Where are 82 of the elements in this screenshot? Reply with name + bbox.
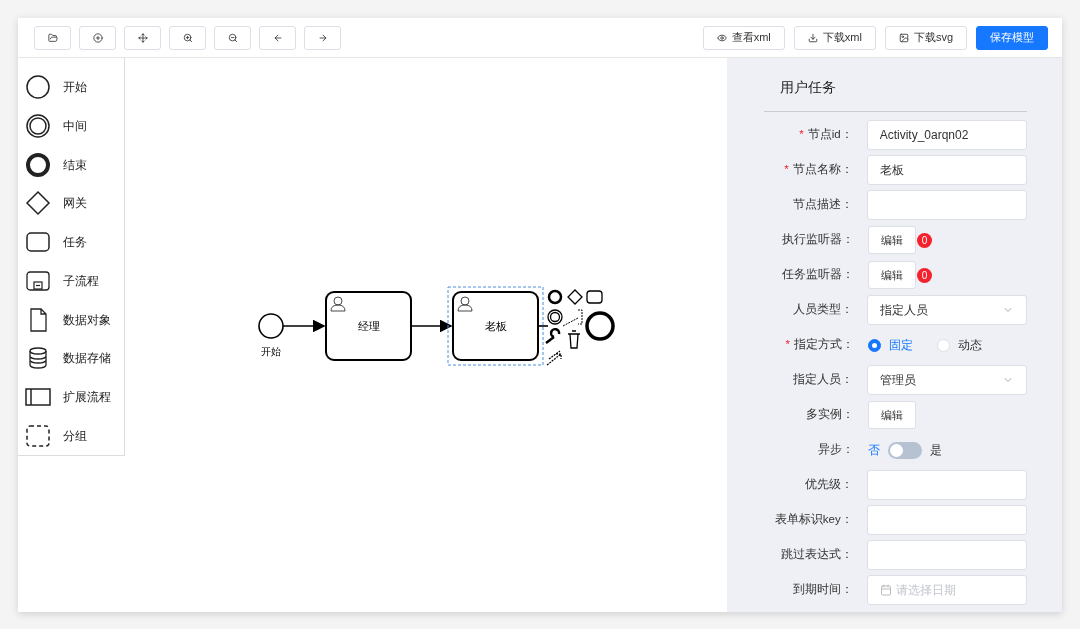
input-field[interactable] [866, 540, 1027, 570]
field-label: 优先级： [804, 477, 853, 493]
field-label: 到期时间： [792, 582, 853, 598]
calendar-icon [879, 584, 892, 596]
palette-item[interactable]: 数据存储 [18, 338, 124, 378]
toolbar-action-button[interactable]: 下载xml [793, 25, 876, 50]
required-mark: * [784, 162, 789, 178]
input-field[interactable] [866, 505, 1027, 535]
radio-option[interactable]: 动态 [937, 336, 982, 354]
edit-button[interactable]: 编辑 [868, 226, 916, 254]
download-icon [807, 32, 818, 43]
toolbar-button[interactable] [34, 25, 71, 50]
field-label: 人员类型： [792, 302, 853, 318]
undo-icon [272, 32, 283, 43]
toolbar-button[interactable] [214, 25, 251, 50]
sequence-arrow [282, 319, 326, 333]
radio-button[interactable] [868, 338, 881, 352]
field-label: 节点描述： [792, 197, 853, 213]
sequence-arrow [410, 319, 453, 333]
image-icon [898, 32, 909, 43]
radio-option[interactable]: 固定 [868, 336, 913, 354]
input-field[interactable]: 老板 [866, 155, 1027, 185]
user-icon [330, 296, 346, 312]
field-label: 执行监听器： [782, 232, 854, 248]
toolbar-button[interactable] [169, 25, 206, 50]
circle-icon [25, 74, 51, 101]
input-field[interactable] [866, 190, 1027, 220]
palette-item[interactable]: 分组 [18, 416, 124, 456]
toolbar-button[interactable] [124, 25, 161, 50]
select-field[interactable]: 管理员 [866, 365, 1027, 395]
redo-icon [317, 32, 328, 43]
required-mark: * [785, 337, 790, 353]
count-badge: 0 [917, 267, 932, 283]
start-event[interactable] [258, 313, 284, 339]
thick-circle-icon [25, 151, 51, 178]
switch-on-label: 是 [930, 442, 942, 459]
toolbar-action-button[interactable]: 保存模型 [976, 25, 1048, 50]
panel-title: 用户任务 [764, 58, 1027, 112]
field-label: 指定方式： [794, 337, 854, 353]
user-task-node[interactable] [325, 291, 412, 361]
palette-item[interactable]: 数据对象 [18, 300, 124, 339]
edit-button[interactable]: 编辑 [868, 401, 916, 429]
node-label: 开始 [261, 346, 281, 357]
palette-item[interactable]: 子流程 [18, 261, 124, 301]
plus-circle-icon [92, 32, 103, 43]
palette-item[interactable]: 网关 [18, 184, 124, 223]
palette-item[interactable]: 任务 [18, 222, 124, 262]
edit-button[interactable]: 编辑 [868, 261, 916, 289]
palette-item[interactable]: 开始 [18, 68, 124, 107]
required-mark: * [799, 127, 804, 143]
palette-item[interactable]: 扩展流程 [18, 377, 124, 417]
diamond-icon [25, 190, 51, 217]
dashed-rect-icon [25, 422, 51, 449]
select-field[interactable]: 指定人员 [866, 295, 1027, 325]
field-label: 指定人员： [792, 372, 853, 388]
toolbar-action-button[interactable]: 查看xml [702, 25, 785, 50]
field-label: 多实例： [806, 407, 854, 423]
input-field[interactable] [866, 470, 1027, 500]
field-label: 跳过表达式： [780, 547, 853, 563]
switch-off-label: 否 [868, 442, 880, 459]
zoom-in-icon [182, 32, 193, 43]
folder-icon [47, 32, 58, 43]
double-circle-icon [25, 113, 51, 140]
input-field[interactable]: Activity_0arqn02 [866, 120, 1027, 150]
context-pad-drawing[interactable] [544, 289, 615, 366]
zoom-out-icon [227, 32, 238, 43]
task-label: 经理 [357, 320, 380, 332]
toolbar-button[interactable] [79, 25, 116, 50]
count-badge: 0 [917, 232, 932, 248]
palette-item[interactable]: 结束 [18, 145, 124, 185]
field-label: 表单标识key： [774, 512, 853, 528]
palette-item[interactable]: 中间 [18, 106, 124, 146]
toolbar-action-button[interactable]: 下载svg [884, 25, 967, 50]
field-label: 任务监听器： [782, 267, 854, 283]
field-label: 异步： [818, 442, 854, 458]
eye-icon [716, 32, 727, 43]
move-icon [137, 32, 148, 43]
field-label: 节点id： [807, 127, 853, 143]
user-icon [457, 296, 473, 312]
toggle-switch[interactable] [888, 441, 922, 459]
task-label: 老板 [484, 320, 507, 332]
field-label: 节点名称： [792, 162, 853, 178]
